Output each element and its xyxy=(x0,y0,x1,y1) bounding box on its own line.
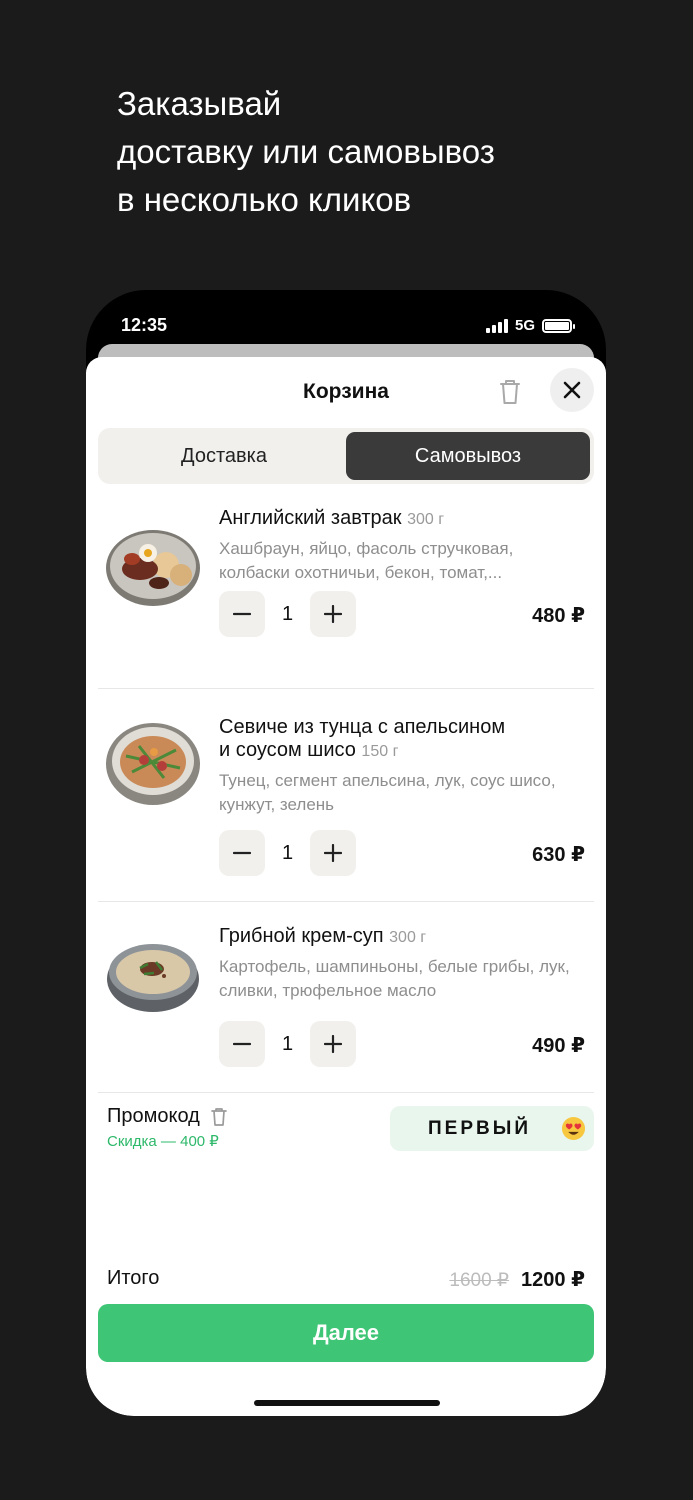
item-description: Тунец, сегмент апельсина, лук, соус шисо… xyxy=(219,771,556,814)
item-name: Грибной крем-суп xyxy=(219,925,384,947)
item-name: Севиче из тунца с апельсином xyxy=(219,716,506,738)
promo-heading: Заказывай доставку или самовывоз в неско… xyxy=(117,80,495,224)
close-icon xyxy=(563,381,581,399)
item-quantity: 1 xyxy=(281,602,294,625)
promo-code-value: ПЕРВЫЙ xyxy=(428,1117,531,1139)
cart-item: Севиче из тунца с апельсином и соусом ши… xyxy=(98,689,594,902)
tab-pickup[interactable]: Самовывоз xyxy=(346,432,590,480)
dish-image xyxy=(106,723,200,805)
promo-heading-line: Заказывай xyxy=(117,85,282,122)
promo-heading-line: доставку или самовывоз xyxy=(117,133,495,170)
minus-icon xyxy=(233,612,251,616)
decrease-button[interactable] xyxy=(219,591,265,637)
item-weight: 300 г xyxy=(407,511,445,528)
item-price: 480 ₽ xyxy=(532,605,585,627)
plus-icon xyxy=(324,1035,342,1053)
status-bar: 12:35 5G xyxy=(86,290,606,350)
status-indicators: 5G xyxy=(485,317,575,334)
item-description: Хашбраун, яйцо, фасоль стручковая, колба… xyxy=(219,539,514,582)
quantity-stepper: 1 xyxy=(219,830,356,876)
promo-code-field[interactable]: ПЕРВЫЙ xyxy=(390,1106,594,1151)
dish-image xyxy=(107,944,199,1012)
item-quantity: 1 xyxy=(281,841,294,864)
item-name: Английский завтрак xyxy=(219,507,402,529)
promo-section: Промокод Скидка — 400 ₽ xyxy=(107,1105,228,1150)
battery-icon xyxy=(542,318,575,333)
cart-title: Корзина xyxy=(303,380,389,403)
item-info: Английский завтрак 300 г Хашбраун, яйцо,… xyxy=(219,507,586,585)
item-quantity: 1 xyxy=(281,1032,294,1055)
cart-header: Корзина xyxy=(86,357,606,427)
promo-label: Промокод xyxy=(107,1105,200,1127)
phone-frame: 12:35 5G Корзина Доставка Самовывоз Англ… xyxy=(86,290,606,1416)
item-price: 630 ₽ xyxy=(532,844,585,866)
item-weight: 150 г xyxy=(361,743,399,760)
plus-icon xyxy=(324,605,342,623)
heart-eyes-emoji-icon xyxy=(561,1116,586,1141)
delivery-mode-switch: Доставка Самовывоз xyxy=(98,428,594,484)
minus-icon xyxy=(233,851,251,855)
remove-promo-icon[interactable] xyxy=(210,1107,228,1127)
quantity-stepper: 1 xyxy=(219,591,356,637)
signal-icon xyxy=(485,318,508,333)
cart-item: Английский завтрак 300 г Хашбраун, яйцо,… xyxy=(98,484,594,689)
tab-delivery[interactable]: Доставка xyxy=(102,432,346,480)
minus-icon xyxy=(233,1042,251,1046)
close-button[interactable] xyxy=(550,368,594,412)
cart-items: Английский завтрак 300 г Хашбраун, яйцо,… xyxy=(86,484,606,1093)
plus-icon xyxy=(324,844,342,862)
home-indicator xyxy=(254,1400,440,1406)
status-time: 12:35 xyxy=(121,315,168,335)
item-name: и соусом шисо xyxy=(219,739,356,761)
cart-sheet: Корзина Доставка Самовывоз Английский за… xyxy=(86,357,606,1416)
total-price: 1200 ₽ xyxy=(521,1269,585,1291)
cart-item: Грибной крем-суп 300 г Картофель, шампин… xyxy=(98,902,594,1093)
trash-icon xyxy=(500,380,520,404)
network-type: 5G xyxy=(514,317,535,334)
decrease-button[interactable] xyxy=(219,830,265,876)
item-info: Грибной крем-суп 300 г Картофель, шампин… xyxy=(219,925,586,1003)
item-info: Севиче из тунца с апельсином и соусом ши… xyxy=(219,716,586,817)
item-weight: 300 г xyxy=(389,929,427,946)
increase-button[interactable] xyxy=(310,830,356,876)
promo-discount: Скидка — 400 ₽ xyxy=(107,1133,219,1150)
dish-image xyxy=(106,530,200,606)
clear-cart-button[interactable] xyxy=(496,377,524,407)
increase-button[interactable] xyxy=(310,1021,356,1067)
total-label: Итого xyxy=(107,1267,160,1289)
total-old-price: 1600 ₽ xyxy=(449,1270,510,1291)
item-price: 490 ₽ xyxy=(532,1035,585,1057)
promo-heading-line: в несколько кликов xyxy=(117,181,412,218)
increase-button[interactable] xyxy=(310,591,356,637)
next-button[interactable]: Далее xyxy=(98,1304,594,1362)
decrease-button[interactable] xyxy=(219,1021,265,1067)
item-description: Картофель, шампиньоны, белые грибы, лук,… xyxy=(219,957,570,1000)
quantity-stepper: 1 xyxy=(219,1021,356,1067)
